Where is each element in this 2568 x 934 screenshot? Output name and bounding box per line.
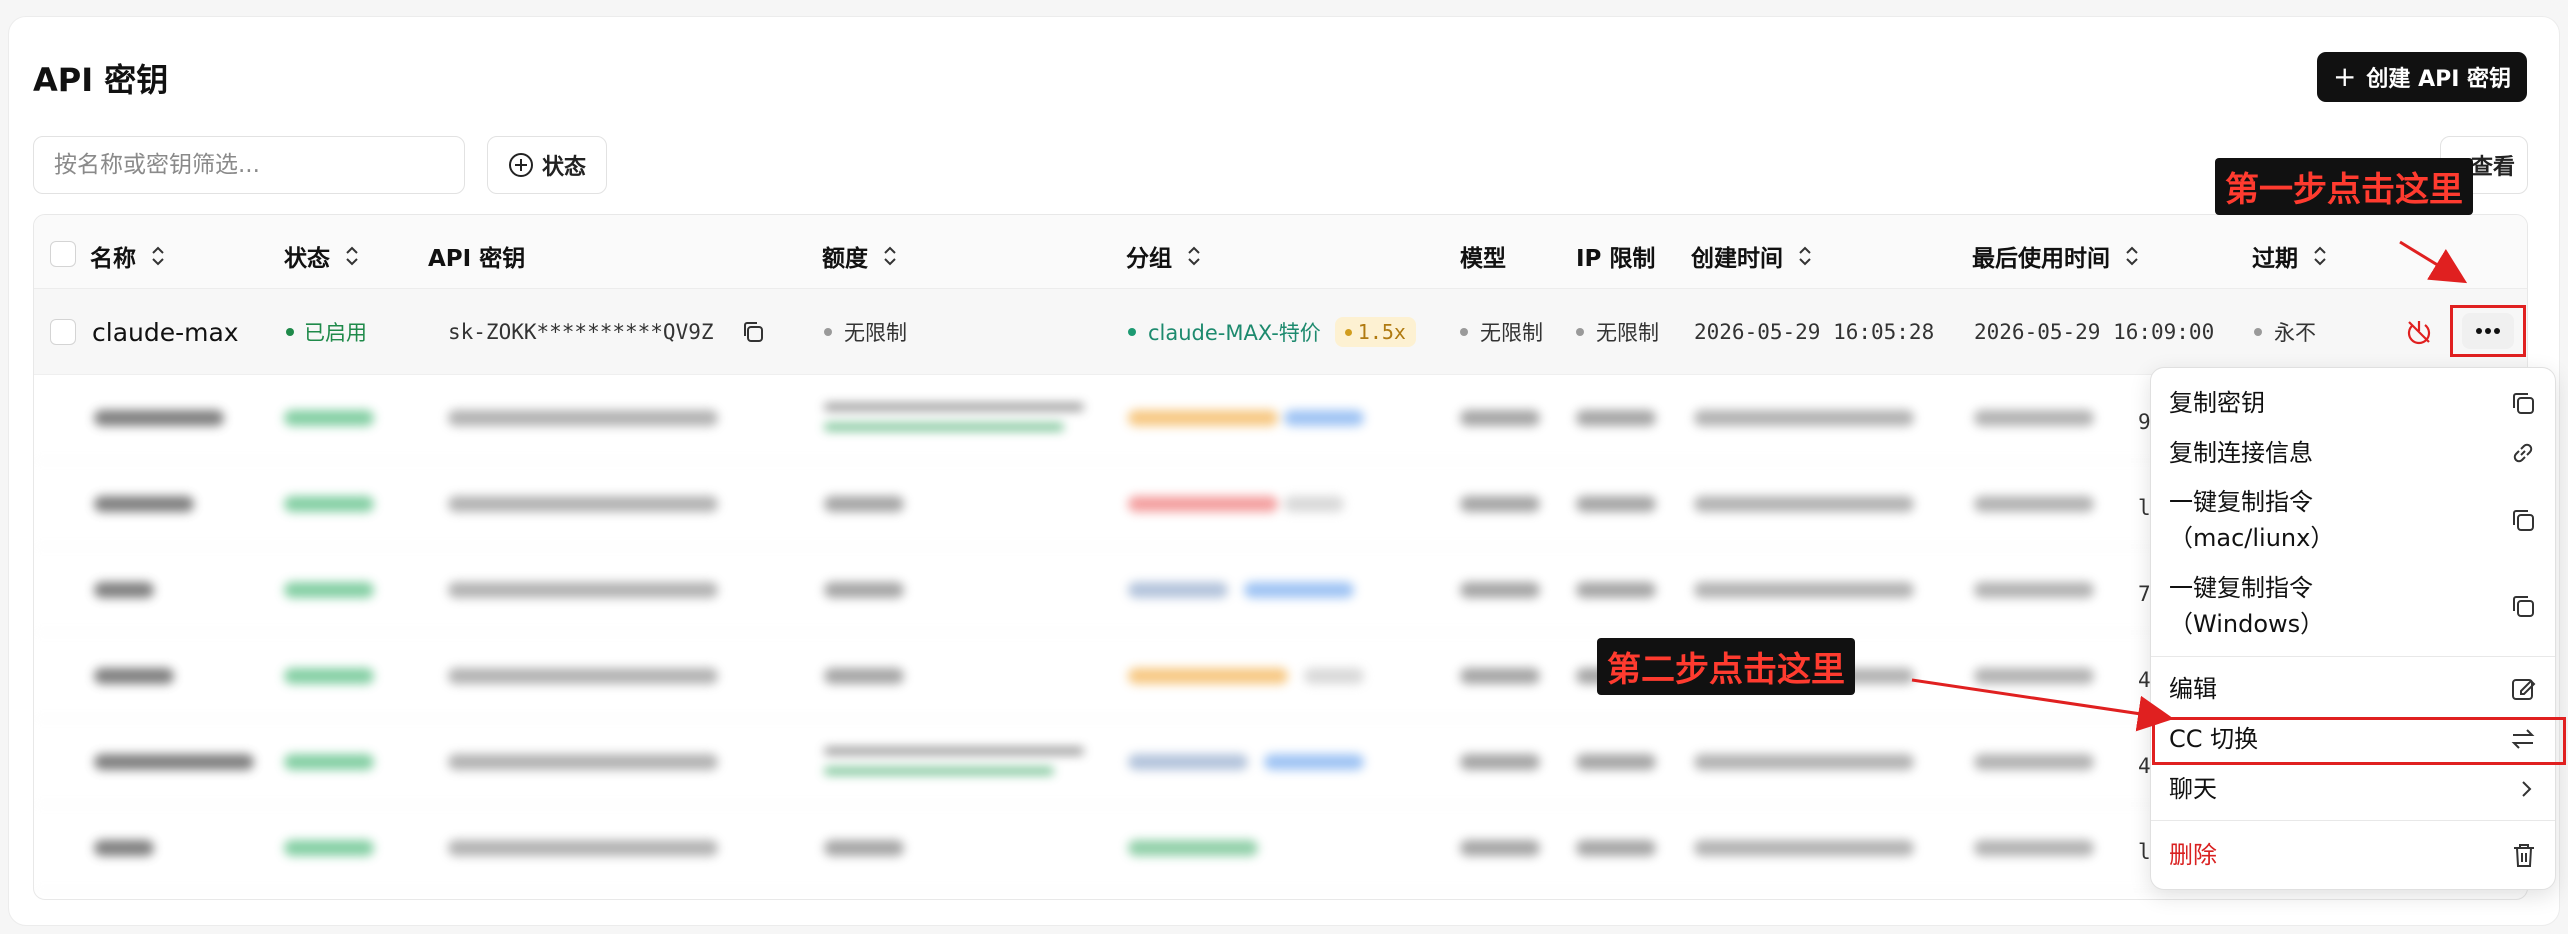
arrow-step1 bbox=[2399, 240, 2468, 284]
annotation-arrows bbox=[1911, 240, 2468, 732]
arrow-step2 bbox=[1911, 678, 2174, 732]
